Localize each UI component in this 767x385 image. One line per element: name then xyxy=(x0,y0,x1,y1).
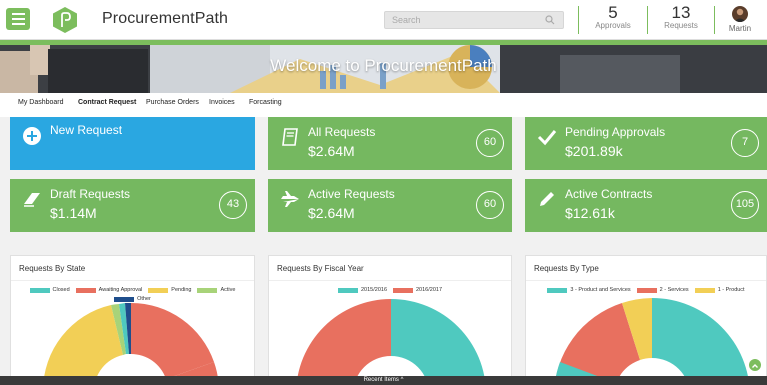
airplane-icon xyxy=(281,191,299,207)
tab-purchase-orders[interactable]: Purchase Orders xyxy=(146,99,199,106)
active-requests-card[interactable]: Active Requests $2.64M 60 xyxy=(268,179,512,232)
tab-my-dashboard[interactable]: My Dashboard xyxy=(18,99,64,106)
requests-counter[interactable]: 13 Requests xyxy=(658,4,704,31)
requests-count: 13 xyxy=(671,3,691,22)
card-count-badge: 105 xyxy=(731,191,759,219)
user-name[interactable]: Martin xyxy=(718,24,762,33)
scroll-to-top-button[interactable] xyxy=(749,359,761,371)
card-value: $12.61k xyxy=(565,205,615,221)
header-divider xyxy=(714,6,715,34)
app-title: ProcurementPath xyxy=(102,10,229,27)
card-value: $1.14M xyxy=(50,205,97,221)
tab-invoices[interactable]: Invoices xyxy=(209,99,235,106)
card-label: New Request xyxy=(50,123,123,137)
slice-pending xyxy=(43,305,123,384)
card-label: Active Contracts xyxy=(565,187,653,201)
plus-circle-icon xyxy=(23,127,41,145)
recent-items-bar[interactable]: Recent Items ^ xyxy=(0,376,767,385)
top-bar: ProcurementPath 5 Approvals 13 Requests … xyxy=(0,0,767,40)
header-divider xyxy=(578,6,579,34)
book-icon xyxy=(282,128,298,146)
chevron-up-icon xyxy=(752,364,758,368)
slice-2015-2016 xyxy=(391,299,486,384)
active-contracts-card[interactable]: Active Contracts $12.61k 105 xyxy=(525,179,767,232)
slice-product-and-services xyxy=(652,298,750,384)
dashboard-tabs: My Dashboard Contract Request Purchase O… xyxy=(0,93,767,117)
requests-label: Requests xyxy=(664,21,698,30)
approvals-counter[interactable]: 5 Approvals xyxy=(590,4,636,31)
card-label: Pending Approvals xyxy=(565,125,666,139)
welcome-banner: Welcome to ProcurementPath xyxy=(0,45,767,93)
pencil-icon xyxy=(540,192,554,206)
card-label: Active Requests xyxy=(308,187,395,201)
pending-approvals-card[interactable]: Pending Approvals $201.89k 7 xyxy=(525,117,767,170)
user-avatar[interactable] xyxy=(732,6,748,22)
approvals-label: Approvals xyxy=(595,21,631,30)
card-count-badge: 60 xyxy=(476,129,504,157)
state-donut-chart xyxy=(43,302,219,384)
all-requests-card[interactable]: All Requests $2.64M 60 xyxy=(268,117,512,170)
search-icon[interactable] xyxy=(545,15,555,25)
tab-contract-request[interactable]: Contract Request xyxy=(78,99,136,106)
card-value: $2.64M xyxy=(308,205,355,221)
tab-forcasting[interactable]: Forcasting xyxy=(249,99,282,106)
card-count-badge: 43 xyxy=(219,191,247,219)
new-request-card[interactable]: New Request xyxy=(10,117,255,170)
requests-by-type-panel: Requests By Type 3 - Product and Service… xyxy=(525,255,767,385)
approvals-count: 5 xyxy=(608,3,618,22)
type-donut-chart xyxy=(554,298,750,384)
card-count-badge: 60 xyxy=(476,191,504,219)
requests-by-state-panel: Requests By State Closed Awaiting Approv… xyxy=(10,255,255,385)
app-logo-icon[interactable] xyxy=(52,6,78,34)
requests-by-fiscal-year-panel: Requests By Fiscal Year 2015/2016 2016/2… xyxy=(268,255,512,385)
hamburger-menu-icon[interactable] xyxy=(6,8,30,30)
card-label: Draft Requests xyxy=(50,187,131,201)
header-divider xyxy=(647,6,648,34)
slice-2016-2017 xyxy=(296,299,391,384)
checkmark-icon xyxy=(537,130,557,146)
welcome-title: Welcome to ProcurementPath xyxy=(270,56,497,75)
fiscal-year-donut-chart xyxy=(296,299,486,384)
card-label: All Requests xyxy=(308,125,376,139)
card-value: $2.64M xyxy=(308,143,355,159)
card-value: $201.89k xyxy=(565,143,623,159)
eraser-icon xyxy=(24,193,40,207)
draft-requests-card[interactable]: Draft Requests $1.14M 43 xyxy=(10,179,255,232)
card-count-badge: 7 xyxy=(731,129,759,157)
search-input[interactable] xyxy=(384,11,564,29)
